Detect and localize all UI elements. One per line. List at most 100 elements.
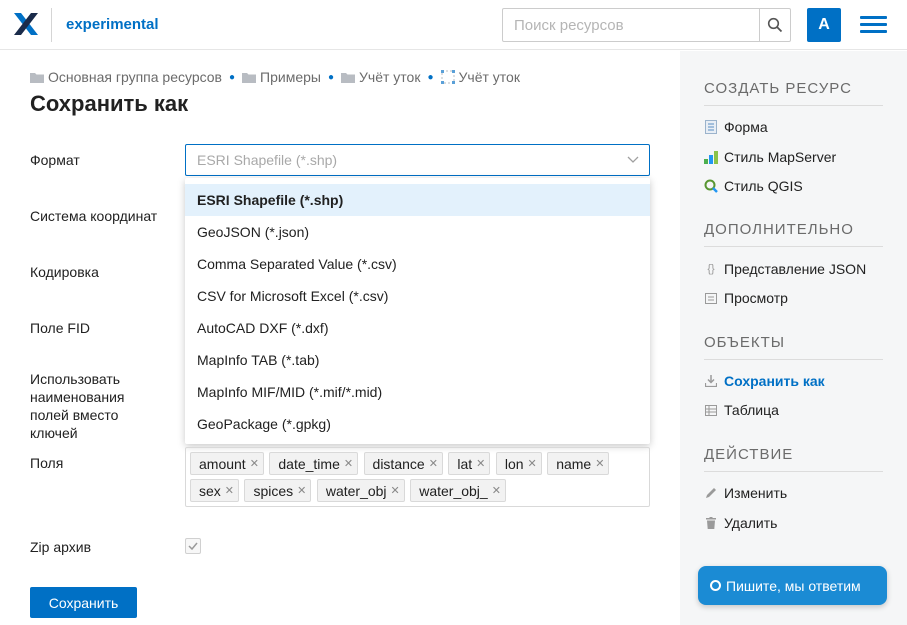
breadcrumb-separator: ● <box>427 71 434 83</box>
breadcrumb-separator: ● <box>229 71 236 83</box>
crs-label: Система координат <box>30 208 158 224</box>
sidebar-item-save-as[interactable]: Сохранить как <box>704 373 825 389</box>
sidebar-item-delete[interactable]: Удалить <box>704 515 777 531</box>
remove-tag-icon[interactable]: ✕ <box>429 457 438 470</box>
field-tag: lon ✕ <box>495 452 542 475</box>
sidebar-divider <box>704 359 883 360</box>
avatar[interactable]: A <box>807 8 841 42</box>
breadcrumb-mask <box>521 67 568 87</box>
field-tag: name ✕ <box>547 452 610 475</box>
checkmark-icon <box>188 542 198 551</box>
chat-bubble-icon <box>710 580 721 591</box>
format-option[interactable]: MapInfo TAB (*.tab) <box>185 344 650 376</box>
remove-tag-icon[interactable]: ✕ <box>297 484 306 497</box>
sidebar-divider <box>704 246 883 247</box>
format-option[interactable]: ESRI Shapefile (*.shp) <box>185 184 650 216</box>
qgis-style-icon <box>704 179 718 193</box>
fields-label: Поля <box>30 455 64 471</box>
encoding-label: Кодировка <box>30 264 99 280</box>
sidebar-heading-create: СОЗДАТЬ РЕСУРС <box>704 80 852 97</box>
remove-tag-icon[interactable]: ✕ <box>344 457 353 470</box>
field-tag: distance ✕ <box>363 452 443 475</box>
field-tag-label: lat <box>457 455 473 472</box>
sidebar-item-qgis-style[interactable]: Стиль QGIS <box>704 178 803 194</box>
app-name[interactable]: experimental <box>66 16 159 33</box>
preview-icon <box>704 291 718 305</box>
breadcrumb-item[interactable]: Учёт уток <box>341 69 420 85</box>
sidebar-item-edit[interactable]: Изменить <box>704 485 787 501</box>
hamburger-menu-icon[interactable] <box>860 16 887 34</box>
chevron-down-icon <box>627 156 639 163</box>
field-tag-label: water_obj_ <box>419 482 488 499</box>
sidebar-item-json[interactable]: {} Представление JSON <box>704 261 866 277</box>
json-icon: {} <box>707 263 715 275</box>
search-button[interactable] <box>759 8 791 42</box>
sidebar-item-label: Форма <box>724 119 768 135</box>
format-select-value: ESRI Shapefile (*.shp) <box>197 152 338 168</box>
sidebar-item-label: Сохранить как <box>724 373 825 389</box>
field-tag-label: distance <box>372 455 425 472</box>
remove-tag-icon[interactable]: ✕ <box>250 457 259 470</box>
sidebar-item-form[interactable]: Форма <box>704 119 768 135</box>
logo-icon[interactable] <box>13 11 39 37</box>
format-option[interactable]: CSV for Microsoft Excel (*.csv) <box>185 280 650 312</box>
form-icon <box>704 120 718 134</box>
format-option[interactable]: GeoJSON (*.json) <box>185 216 650 248</box>
search-input[interactable] <box>502 8 760 42</box>
chat-widget-button[interactable]: Пишите, мы ответим <box>698 566 887 605</box>
sidebar: СОЗДАТЬ РЕСУРС Форма Стиль MapServer Сти… <box>680 51 907 625</box>
field-tag: lat ✕ <box>448 452 491 475</box>
field-tag: water_obj_ ✕ <box>410 479 506 502</box>
remove-tag-icon[interactable]: ✕ <box>391 484 400 497</box>
format-select[interactable]: ESRI Shapefile (*.shp) <box>185 144 650 176</box>
top-header: experimental A <box>0 0 907 50</box>
sidebar-divider <box>704 471 883 472</box>
sidebar-item-label: Стиль MapServer <box>724 149 837 165</box>
sidebar-item-label: Таблица <box>724 402 779 418</box>
field-tag-label: water_obj <box>325 482 387 499</box>
format-label: Формат <box>30 152 80 168</box>
fields-multiselect[interactable]: amount ✕ date_time ✕ distance ✕ lat ✕ lon ✕ n… <box>185 447 650 507</box>
remove-tag-icon[interactable]: ✕ <box>492 484 501 497</box>
page-title: Сохранить как <box>30 91 189 116</box>
format-dropdown: ESRI Shapefile (*.shp) GeoJSON (*.json) … <box>185 178 650 444</box>
fid-label: Поле FID <box>30 320 90 336</box>
folder-icon <box>341 72 356 83</box>
remove-tag-icon[interactable]: ✕ <box>528 457 537 470</box>
sidebar-item-label: Изменить <box>724 485 788 501</box>
format-option[interactable]: Comma Separated Value (*.csv) <box>185 248 650 280</box>
sidebar-item-label: Представление JSON <box>724 261 867 277</box>
sidebar-item-preview[interactable]: Просмотр <box>704 290 788 306</box>
sidebar-item-mapserver-style[interactable]: Стиль MapServer <box>704 149 836 165</box>
sidebar-heading-extra: ДОПОЛНИТЕЛЬНО <box>704 221 854 238</box>
search-icon <box>767 17 783 33</box>
format-option[interactable]: MapInfo MIF/MID (*.mif/*.mid) <box>185 376 650 408</box>
remove-tag-icon[interactable]: ✕ <box>476 457 485 470</box>
save-button[interactable]: Сохранить <box>30 587 137 618</box>
field-tag: date_time ✕ <box>269 452 359 475</box>
vector-layer-icon <box>440 70 455 84</box>
sidebar-heading-objects: ОБЪЕКТЫ <box>704 334 786 351</box>
breadcrumb-separator: ● <box>327 71 335 83</box>
field-tag: spices ✕ <box>244 479 312 502</box>
breadcrumb: Основная группа ресурсов ● Примеры ● Учё… <box>30 67 568 87</box>
chat-widget-label: Пишите, мы ответим <box>726 577 861 594</box>
mapserver-style-icon <box>704 150 718 164</box>
pencil-icon <box>704 486 718 500</box>
breadcrumb-item-current: Учёт уток <box>440 67 568 87</box>
field-tag-label: spices <box>253 482 294 499</box>
field-tag-label: name <box>556 455 592 472</box>
sidebar-item-table[interactable]: Таблица <box>704 402 779 418</box>
remove-tag-icon[interactable]: ✕ <box>225 484 234 497</box>
remove-tag-icon[interactable]: ✕ <box>595 457 604 470</box>
breadcrumb-item[interactable]: Примеры <box>242 69 321 85</box>
folder-icon <box>30 72 44 83</box>
format-option[interactable]: GeoPackage (*.gpkg) <box>185 408 650 440</box>
breadcrumb-item[interactable]: Основная группа ресурсов <box>30 69 222 85</box>
sidebar-item-label: Стиль QGIS <box>724 178 803 194</box>
format-option[interactable]: AutoCAD DXF (*.dxf) <box>185 312 650 344</box>
sidebar-item-label: Просмотр <box>724 290 788 306</box>
zip-checkbox[interactable] <box>185 538 201 554</box>
field-tag: sex ✕ <box>190 479 240 502</box>
breadcrumb-label: Учёт уток <box>458 69 520 85</box>
